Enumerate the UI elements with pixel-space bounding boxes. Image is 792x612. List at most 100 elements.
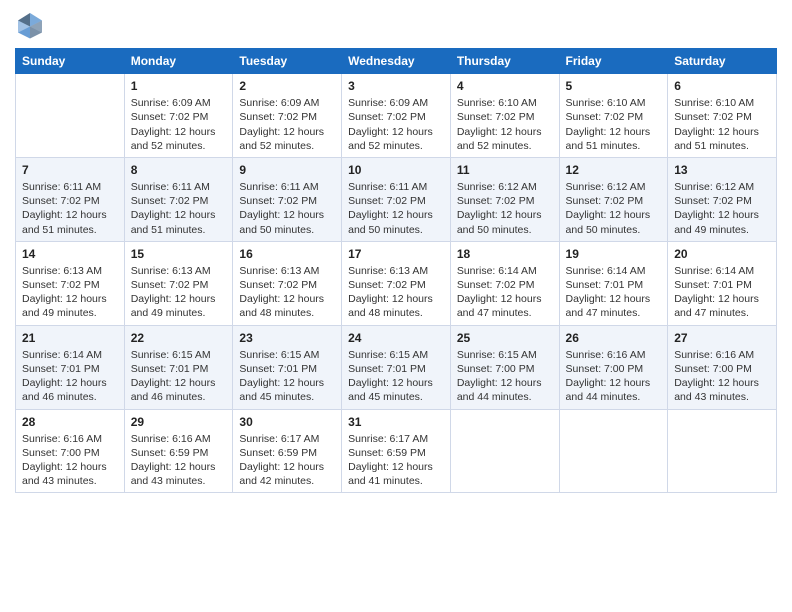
day-info: Sunrise: 6:10 AM Sunset: 7:02 PM Dayligh…	[566, 96, 662, 153]
calendar-cell: 29 Sunrise: 6:16 AM Sunset: 6:59 PM Dayli…	[124, 409, 233, 493]
calendar-cell: 2Sunrise: 6:09 AM Sunset: 7:02 PM Daylig…	[233, 74, 342, 158]
day-number: 31	[348, 414, 444, 430]
day-number: 28	[22, 414, 118, 430]
day-info: Sunrise: 6:16 AM Sunset: 6:59 PM Dayligh…	[131, 432, 227, 489]
calendar-week-row: 28 Sunrise: 6:16 AM Sunset: 7:00 PM Dayli…	[16, 409, 777, 493]
day-info: Sunrise: 6:15 AM Sunset: 7:01 PM Dayligh…	[131, 348, 227, 405]
day-info: Sunrise: 6:15 AM Sunset: 7:01 PM Dayligh…	[239, 348, 335, 405]
day-number: 11	[457, 162, 553, 178]
day-info: Sunrise: 6:09 AM Sunset: 7:02 PM Dayligh…	[131, 96, 227, 153]
column-header-saturday: Saturday	[668, 49, 777, 74]
day-info: Sunrise: 6:11 AM Sunset: 7:02 PM Dayligh…	[22, 180, 118, 237]
day-number: 4	[457, 78, 553, 94]
calendar-cell: 22 Sunrise: 6:15 AM Sunset: 7:01 PM Dayli…	[124, 325, 233, 409]
calendar-header-row: SundayMondayTuesdayWednesdayThursdayFrid…	[16, 49, 777, 74]
day-number: 22	[131, 330, 227, 346]
calendar-cell: 10Sunrise: 6:11 AM Sunset: 7:02 PM Dayli…	[342, 157, 451, 241]
calendar-week-row: 21 Sunrise: 6:14 AM Sunset: 7:01 PM Dayli…	[16, 325, 777, 409]
day-number: 29	[131, 414, 227, 430]
calendar-cell: 23 Sunrise: 6:15 AM Sunset: 7:01 PM Dayli…	[233, 325, 342, 409]
calendar-cell: 21 Sunrise: 6:14 AM Sunset: 7:01 PM Dayli…	[16, 325, 125, 409]
day-number: 7	[22, 162, 118, 178]
day-info: Sunrise: 6:16 AM Sunset: 7:00 PM Dayligh…	[674, 348, 770, 405]
calendar-cell: 25Sunrise: 6:15 AM Sunset: 7:00 PM Dayli…	[450, 325, 559, 409]
day-number: 30	[239, 414, 335, 430]
column-header-sunday: Sunday	[16, 49, 125, 74]
day-info: Sunrise: 6:14 AM Sunset: 7:01 PM Dayligh…	[674, 264, 770, 321]
calendar-cell: 18Sunrise: 6:14 AM Sunset: 7:02 PM Dayli…	[450, 241, 559, 325]
day-info: Sunrise: 6:12 AM Sunset: 7:02 PM Dayligh…	[566, 180, 662, 237]
calendar-week-row: 14 Sunrise: 6:13 AM Sunset: 7:02 PM Dayli…	[16, 241, 777, 325]
calendar-cell: 19 Sunrise: 6:14 AM Sunset: 7:01 PM Dayli…	[559, 241, 668, 325]
calendar-cell: 26 Sunrise: 6:16 AM Sunset: 7:00 PM Dayli…	[559, 325, 668, 409]
calendar-cell: 1 Sunrise: 6:09 AM Sunset: 7:02 PM Daylig…	[124, 74, 233, 158]
day-info: Sunrise: 6:09 AM Sunset: 7:02 PM Dayligh…	[239, 96, 335, 153]
column-header-wednesday: Wednesday	[342, 49, 451, 74]
day-number: 23	[239, 330, 335, 346]
day-info: Sunrise: 6:13 AM Sunset: 7:02 PM Dayligh…	[239, 264, 335, 321]
day-number: 13	[674, 162, 770, 178]
day-number: 18	[457, 246, 553, 262]
day-number: 5	[566, 78, 662, 94]
calendar-cell: 5 Sunrise: 6:10 AM Sunset: 7:02 PM Daylig…	[559, 74, 668, 158]
day-info: Sunrise: 6:12 AM Sunset: 7:02 PM Dayligh…	[674, 180, 770, 237]
day-info: Sunrise: 6:16 AM Sunset: 7:00 PM Dayligh…	[566, 348, 662, 405]
column-header-thursday: Thursday	[450, 49, 559, 74]
day-number: 17	[348, 246, 444, 262]
day-info: Sunrise: 6:09 AM Sunset: 7:02 PM Dayligh…	[348, 96, 444, 153]
calendar-cell: 20 Sunrise: 6:14 AM Sunset: 7:01 PM Dayli…	[668, 241, 777, 325]
day-info: Sunrise: 6:13 AM Sunset: 7:02 PM Dayligh…	[131, 264, 227, 321]
day-number: 1	[131, 78, 227, 94]
day-number: 27	[674, 330, 770, 346]
column-header-monday: Monday	[124, 49, 233, 74]
day-info: Sunrise: 6:15 AM Sunset: 7:01 PM Dayligh…	[348, 348, 444, 405]
calendar-cell: 30 Sunrise: 6:17 AM Sunset: 6:59 PM Dayli…	[233, 409, 342, 493]
calendar-week-row: 7 Sunrise: 6:11 AM Sunset: 7:02 PM Daylig…	[16, 157, 777, 241]
day-info: Sunrise: 6:17 AM Sunset: 6:59 PM Dayligh…	[239, 432, 335, 489]
day-info: Sunrise: 6:11 AM Sunset: 7:02 PM Dayligh…	[348, 180, 444, 237]
day-info: Sunrise: 6:11 AM Sunset: 7:02 PM Dayligh…	[239, 180, 335, 237]
calendar-cell: 17 Sunrise: 6:13 AM Sunset: 7:02 PM Dayli…	[342, 241, 451, 325]
calendar-cell	[450, 409, 559, 493]
calendar-cell	[16, 74, 125, 158]
calendar-cell: 9Sunrise: 6:11 AM Sunset: 7:02 PM Daylig…	[233, 157, 342, 241]
day-number: 6	[674, 78, 770, 94]
day-number: 20	[674, 246, 770, 262]
calendar-cell	[668, 409, 777, 493]
calendar-cell: 28 Sunrise: 6:16 AM Sunset: 7:00 PM Dayli…	[16, 409, 125, 493]
calendar-cell	[559, 409, 668, 493]
day-number: 14	[22, 246, 118, 262]
calendar-cell: 3Sunrise: 6:09 AM Sunset: 7:02 PM Daylig…	[342, 74, 451, 158]
column-header-friday: Friday	[559, 49, 668, 74]
day-info: Sunrise: 6:15 AM Sunset: 7:00 PM Dayligh…	[457, 348, 553, 405]
logo-icon	[15, 10, 45, 40]
day-info: Sunrise: 6:13 AM Sunset: 7:02 PM Dayligh…	[348, 264, 444, 321]
calendar-cell: 24Sunrise: 6:15 AM Sunset: 7:01 PM Dayli…	[342, 325, 451, 409]
calendar-table: SundayMondayTuesdayWednesdayThursdayFrid…	[15, 48, 777, 493]
column-header-tuesday: Tuesday	[233, 49, 342, 74]
header	[15, 10, 777, 40]
day-info: Sunrise: 6:17 AM Sunset: 6:59 PM Dayligh…	[348, 432, 444, 489]
day-info: Sunrise: 6:14 AM Sunset: 7:01 PM Dayligh…	[566, 264, 662, 321]
calendar-cell: 31 Sunrise: 6:17 AM Sunset: 6:59 PM Dayli…	[342, 409, 451, 493]
calendar-cell: 4 Sunrise: 6:10 AM Sunset: 7:02 PM Daylig…	[450, 74, 559, 158]
day-info: Sunrise: 6:16 AM Sunset: 7:00 PM Dayligh…	[22, 432, 118, 489]
day-info: Sunrise: 6:10 AM Sunset: 7:02 PM Dayligh…	[674, 96, 770, 153]
day-number: 19	[566, 246, 662, 262]
day-number: 16	[239, 246, 335, 262]
logo	[15, 10, 49, 40]
day-info: Sunrise: 6:12 AM Sunset: 7:02 PM Dayligh…	[457, 180, 553, 237]
calendar-cell: 7 Sunrise: 6:11 AM Sunset: 7:02 PM Daylig…	[16, 157, 125, 241]
calendar-cell: 16 Sunrise: 6:13 AM Sunset: 7:02 PM Dayli…	[233, 241, 342, 325]
day-number: 12	[566, 162, 662, 178]
day-info: Sunrise: 6:11 AM Sunset: 7:02 PM Dayligh…	[131, 180, 227, 237]
calendar-cell: 6 Sunrise: 6:10 AM Sunset: 7:02 PM Daylig…	[668, 74, 777, 158]
day-info: Sunrise: 6:13 AM Sunset: 7:02 PM Dayligh…	[22, 264, 118, 321]
calendar-week-row: 1 Sunrise: 6:09 AM Sunset: 7:02 PM Daylig…	[16, 74, 777, 158]
calendar-cell: 15Sunrise: 6:13 AM Sunset: 7:02 PM Dayli…	[124, 241, 233, 325]
calendar-cell: 11 Sunrise: 6:12 AM Sunset: 7:02 PM Dayli…	[450, 157, 559, 241]
day-info: Sunrise: 6:14 AM Sunset: 7:01 PM Dayligh…	[22, 348, 118, 405]
day-info: Sunrise: 6:10 AM Sunset: 7:02 PM Dayligh…	[457, 96, 553, 153]
day-number: 21	[22, 330, 118, 346]
day-number: 26	[566, 330, 662, 346]
